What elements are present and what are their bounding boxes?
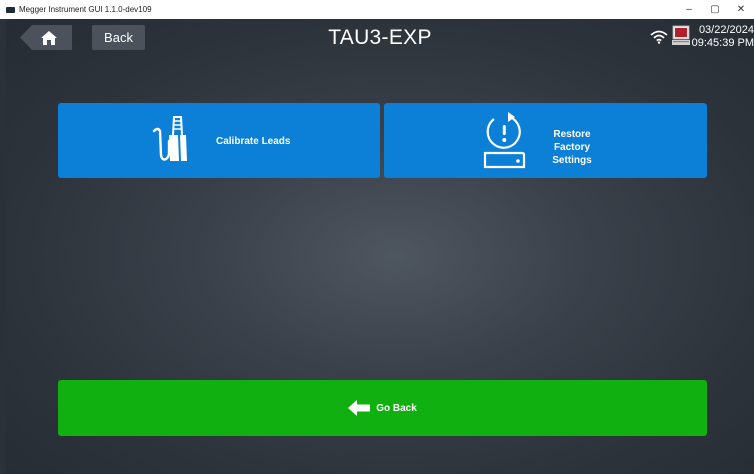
wifi-icon bbox=[650, 30, 668, 44]
go-back-button[interactable]: Go Back bbox=[58, 380, 707, 436]
page-title: TAU3-EXP bbox=[328, 26, 432, 49]
close-button[interactable]: ✕ bbox=[728, 0, 754, 19]
maximize-button[interactable]: ▢ bbox=[702, 0, 728, 19]
restore-factory-settings-button[interactable]: Restore Factory Settings bbox=[384, 103, 707, 178]
date-label: 03/22/2024 bbox=[698, 24, 754, 36]
status-area: 03/22/2024 09:45:39 PM bbox=[650, 24, 754, 52]
instrument-connection-icon bbox=[671, 25, 690, 45]
restore-factory-icon bbox=[483, 112, 526, 169]
app-window: Back TAU3-EXP 03/22/2024 09:45:39 PM Cal… bbox=[6, 19, 754, 474]
window-controls: – ▢ ✕ bbox=[676, 0, 754, 19]
go-back-label: Go Back bbox=[376, 402, 417, 414]
app-icon bbox=[6, 6, 15, 13]
calibrate-leads-button[interactable]: Calibrate Leads bbox=[58, 103, 380, 178]
time-label: 09:45:39 PM bbox=[691, 37, 754, 49]
datetime: 03/22/2024 09:45:39 PM bbox=[692, 24, 754, 50]
test-leads-icon bbox=[152, 116, 187, 161]
restore-factory-settings-label: Restore Factory Settings bbox=[552, 129, 592, 166]
window-titlebar: Megger Instrument GUI 1.1.0-dev109 – ▢ ✕ bbox=[0, 0, 754, 19]
window-title: Megger Instrument GUI 1.1.0-dev109 bbox=[19, 5, 152, 14]
minimize-button[interactable]: – bbox=[676, 0, 702, 19]
arrow-left-icon bbox=[348, 400, 371, 416]
calibrate-leads-label: Calibrate Leads bbox=[216, 136, 291, 147]
